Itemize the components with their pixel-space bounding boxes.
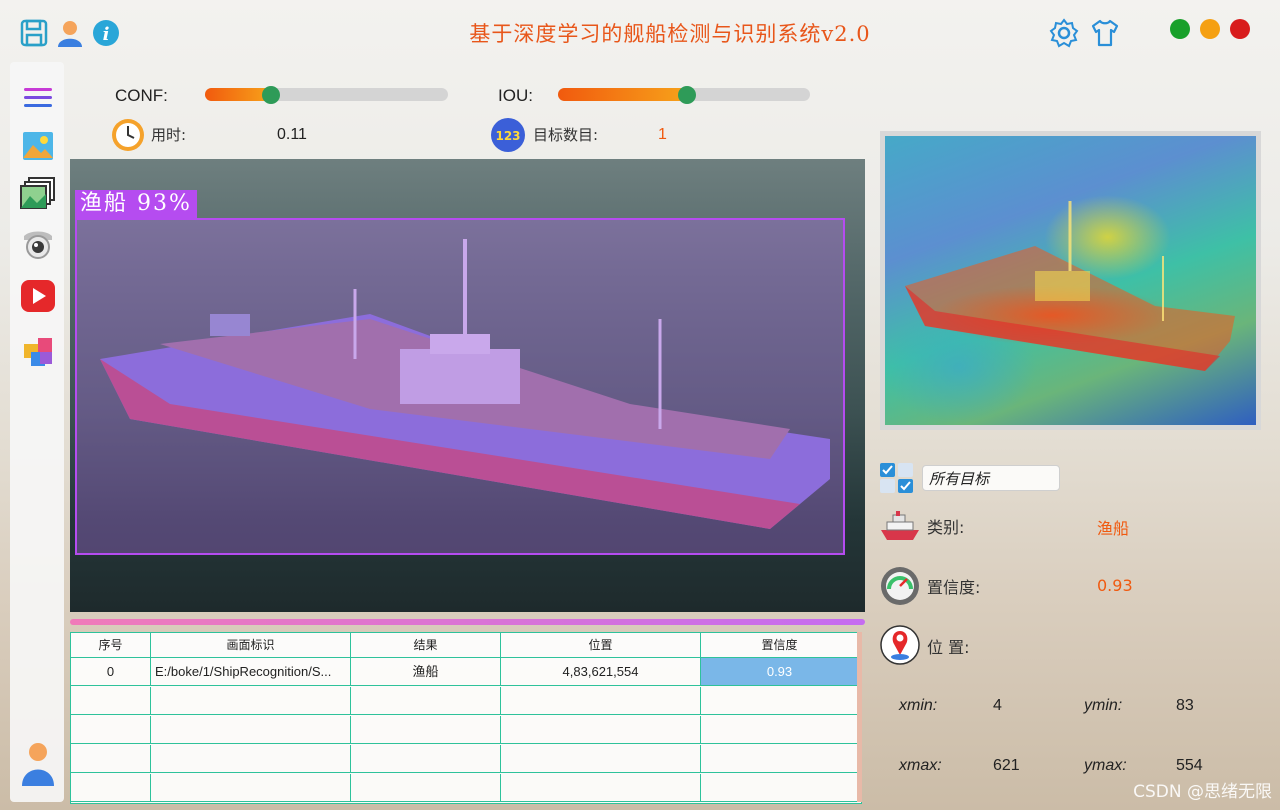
folder-images-icon[interactable]	[20, 176, 56, 212]
header-index[interactable]: 序号	[71, 633, 151, 658]
ymin-value: 83	[1176, 697, 1194, 714]
empty-cell[interactable]	[501, 716, 701, 744]
time-value: 0.11	[277, 126, 307, 143]
count-label: 目标数目:	[533, 126, 599, 144]
table-scrollbar[interactable]	[857, 632, 862, 802]
class-label: 类别:	[927, 518, 965, 537]
xmin-label: xmin:	[899, 697, 938, 714]
empty-cell[interactable]	[71, 687, 151, 715]
empty-cell[interactable]	[701, 774, 859, 802]
header-position[interactable]: 位置	[501, 633, 701, 658]
empty-cell[interactable]	[501, 774, 701, 802]
heatmap-ship	[905, 201, 1235, 371]
maximize-button[interactable]	[1170, 19, 1190, 39]
confidence-gauge-icon	[879, 565, 921, 607]
empty-cell[interactable]	[701, 687, 859, 715]
detection-image: 渔船 93%	[70, 159, 865, 612]
row-index[interactable]: 0	[71, 658, 151, 686]
empty-cell[interactable]	[151, 687, 351, 715]
time-label: 用时:	[151, 126, 187, 144]
header-source[interactable]: 画面标识	[151, 633, 351, 658]
row-source[interactable]: E:/boke/1/ShipRecognition/S...	[151, 658, 351, 686]
iou-slider-fill	[558, 88, 687, 101]
info-icon[interactable]: i	[91, 18, 121, 48]
progress-bar	[70, 619, 865, 625]
empty-cell[interactable]	[151, 774, 351, 802]
conf-slider-handle[interactable]	[261, 86, 280, 104]
clock-icon	[110, 117, 146, 153]
ymin-label: ymin:	[1084, 697, 1123, 714]
menu-icon[interactable]	[20, 80, 56, 116]
results-table[interactable]: 序号 画面标识 结果 位置 置信度 0 E:/boke/1/ShipRecogn…	[70, 632, 862, 804]
user-avatar-icon[interactable]	[20, 742, 56, 786]
model-cube-icon[interactable]	[20, 332, 56, 368]
empty-cell[interactable]	[71, 774, 151, 802]
confidence-label: 置信度:	[927, 578, 981, 597]
empty-cell[interactable]	[701, 716, 859, 744]
empty-cell[interactable]	[351, 745, 501, 773]
svg-text:i: i	[103, 24, 110, 45]
iou-slider[interactable]	[558, 86, 810, 104]
heatmap-image	[885, 136, 1256, 425]
svg-text:123: 123	[495, 129, 520, 143]
table-row[interactable]	[71, 687, 861, 716]
iou-slider-handle[interactable]	[677, 86, 696, 104]
ymax-value: 554	[1176, 757, 1203, 774]
row-result[interactable]: 渔船	[351, 658, 501, 686]
camera-icon[interactable]	[20, 226, 56, 262]
table-row[interactable]	[71, 716, 861, 745]
empty-cell[interactable]	[71, 745, 151, 773]
empty-cell[interactable]	[151, 716, 351, 744]
header-confidence[interactable]: 置信度	[701, 633, 859, 658]
xmax-label: xmax:	[899, 757, 942, 774]
watermark: CSDN @思绪无限	[1133, 782, 1272, 802]
empty-cell[interactable]	[71, 716, 151, 744]
iou-label: IOU:	[498, 86, 533, 105]
empty-cell[interactable]	[501, 745, 701, 773]
empty-cell[interactable]	[501, 687, 701, 715]
empty-cell[interactable]	[351, 687, 501, 715]
theme-shirt-icon[interactable]	[1090, 18, 1120, 48]
position-label: 位 置:	[927, 638, 970, 657]
ymax-label: ymax:	[1084, 757, 1127, 774]
empty-cell[interactable]	[701, 745, 859, 773]
video-icon[interactable]	[20, 278, 56, 314]
sidebar	[10, 62, 64, 802]
xmax-value: 621	[993, 757, 1020, 774]
table-row[interactable]	[71, 774, 861, 803]
confidence-value: 0.93	[1097, 576, 1133, 595]
class-value: 渔船	[1097, 519, 1130, 538]
empty-cell[interactable]	[351, 774, 501, 802]
settings-icon[interactable]	[1049, 18, 1079, 48]
conf-slider[interactable]	[205, 86, 448, 104]
ship-class-icon	[879, 510, 921, 542]
row-confidence[interactable]: 0.93	[701, 658, 859, 686]
detection-box	[75, 218, 845, 555]
close-button[interactable]	[1230, 19, 1250, 39]
image-icon[interactable]	[20, 128, 56, 164]
location-icon	[880, 625, 920, 665]
conf-slider-fill	[205, 88, 271, 101]
table-row[interactable]: 0 E:/boke/1/ShipRecognition/S... 渔船 4,83…	[71, 658, 861, 687]
target-select[interactable]: 所有目标	[922, 465, 1060, 491]
header-result[interactable]: 结果	[351, 633, 501, 658]
row-position[interactable]: 4,83,621,554	[501, 658, 701, 686]
xmin-value: 4	[993, 697, 1002, 714]
count-icon: 123	[490, 117, 526, 153]
user-icon[interactable]	[55, 18, 85, 48]
table-row[interactable]	[71, 745, 861, 774]
empty-cell[interactable]	[351, 716, 501, 744]
minimize-button[interactable]	[1200, 19, 1220, 39]
detection-label: 渔船 93%	[75, 190, 197, 218]
count-value: 1	[658, 126, 667, 143]
save-icon[interactable]	[19, 18, 49, 48]
empty-cell[interactable]	[151, 745, 351, 773]
app-title: 基于深度学习的舰船检测与识别系统v2.0	[469, 22, 871, 46]
conf-label: CONF:	[115, 86, 168, 105]
checkbox-icon[interactable]	[879, 462, 915, 494]
